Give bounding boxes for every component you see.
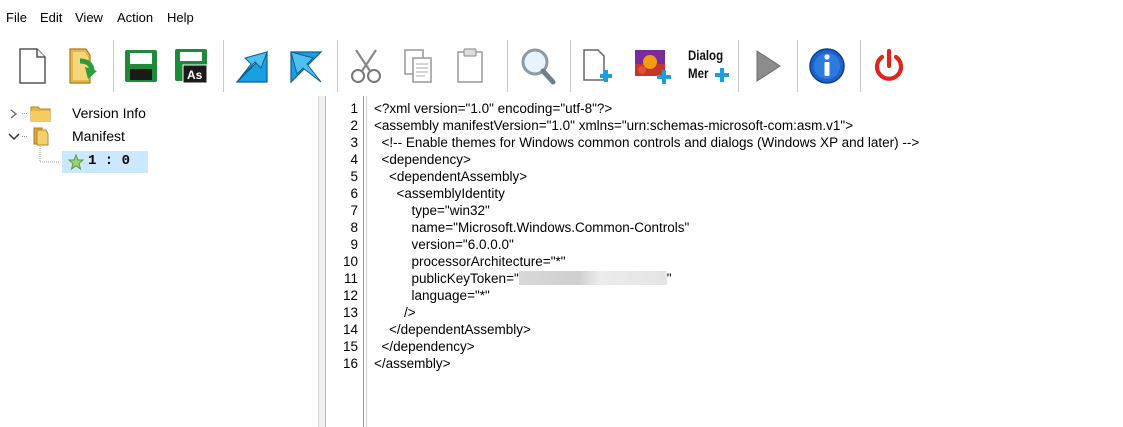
line-number: 16 xyxy=(342,356,358,371)
code-line: <assembly manifestVersion="1.0" xmlns="u… xyxy=(374,118,854,133)
tree-node-version-info[interactable]: Version Info xyxy=(72,104,146,122)
menu-edit[interactable]: Edit xyxy=(40,10,62,26)
add-image-button[interactable] xyxy=(628,38,678,94)
code-line: name="Microsoft.Windows.Common-Controls" xyxy=(374,220,690,235)
merge-label: Mer xyxy=(688,65,709,81)
exit-button[interactable] xyxy=(866,38,912,94)
code-line: publicKeyToken=" " xyxy=(374,270,672,287)
code-line: version="6.0.0.0" xyxy=(374,237,514,252)
open-button[interactable] xyxy=(60,38,106,94)
dialog-merge-icon: Dialog Mer xyxy=(684,45,730,87)
code-line: <assemblyIdentity xyxy=(374,186,505,201)
new-document-icon xyxy=(19,48,46,84)
menu-file[interactable]: File xyxy=(6,10,27,26)
scissors-icon xyxy=(351,49,381,83)
line-number: 3 xyxy=(350,135,358,150)
add-image-icon xyxy=(635,50,671,84)
star-icon xyxy=(68,154,84,170)
code-text: " xyxy=(666,271,672,286)
code-line: /> xyxy=(374,305,416,320)
line-number: 8 xyxy=(350,220,358,235)
chevron-right-icon[interactable] xyxy=(9,108,19,120)
code-line: </dependency> xyxy=(374,339,475,354)
line-number: 7 xyxy=(350,203,358,218)
line-number: 6 xyxy=(350,186,358,201)
line-number: 9 xyxy=(350,237,358,252)
tree-node-1-0-label: 1 : 0 xyxy=(88,153,131,169)
chevron-down-icon[interactable] xyxy=(8,132,20,142)
code-text: publicKeyToken=" xyxy=(374,271,519,286)
line-number: 4 xyxy=(350,152,358,167)
line-number: 10 xyxy=(342,254,358,269)
code-line: </assembly> xyxy=(374,356,451,371)
line-number: 2 xyxy=(350,118,358,133)
save-as-button[interactable]: As xyxy=(168,38,216,94)
open-folder-icon xyxy=(69,48,97,84)
save-as-label: As xyxy=(187,68,203,82)
code-line: processorArchitecture="*" xyxy=(374,254,566,269)
line-number: 11 xyxy=(343,271,358,286)
line-number: 5 xyxy=(350,169,358,184)
menu-help[interactable]: Help xyxy=(167,10,194,26)
about-button[interactable] xyxy=(802,38,852,94)
export-icon xyxy=(290,51,323,84)
line-number: 12 xyxy=(342,288,358,303)
code-line: </dependentAssembly> xyxy=(374,322,531,337)
save-as-icon: As xyxy=(175,49,208,84)
panel-splitter[interactable] xyxy=(318,96,326,427)
toolbar: As Dialog Mer xyxy=(0,32,1123,96)
code-line: <dependentAssembly> xyxy=(374,169,528,184)
import-icon xyxy=(235,50,268,83)
line-number-gutter: 1 2 3 4 5 6 7 8 9 10 11 12 13 14 15 16 xyxy=(326,96,361,427)
find-button[interactable] xyxy=(514,38,562,94)
plus-icon xyxy=(715,68,729,82)
redacted-token xyxy=(518,271,667,285)
code-editor[interactable]: 1 2 3 4 5 6 7 8 9 10 11 12 13 14 15 16 <… xyxy=(326,96,1123,427)
open-folder-icon xyxy=(33,127,49,146)
play-icon xyxy=(756,50,781,82)
add-resource-button[interactable] xyxy=(576,38,622,94)
menu-bar: File Edit View Action Help xyxy=(0,0,1123,32)
cut-button[interactable] xyxy=(344,38,390,94)
line-number: 14 xyxy=(342,322,358,337)
line-number: 1 xyxy=(350,101,358,116)
info-icon xyxy=(809,48,845,84)
copy-button[interactable] xyxy=(396,38,440,94)
new-file-button[interactable] xyxy=(10,38,54,94)
paste-button[interactable] xyxy=(448,38,492,94)
code-line: <?xml version="1.0" encoding="utf-8"?> xyxy=(374,101,613,116)
menu-action[interactable]: Action xyxy=(117,10,153,26)
dialog-merge-button[interactable]: Dialog Mer xyxy=(682,38,732,94)
tree-node-1-0[interactable]: 1 : 0 xyxy=(62,151,148,173)
code-line: <!-- Enable themes for Windows common co… xyxy=(374,135,920,150)
save-icon xyxy=(125,50,157,82)
code-line: type="win32" xyxy=(374,203,490,218)
power-icon xyxy=(874,48,904,81)
tree-node-manifest[interactable]: Manifest xyxy=(72,127,125,145)
code-line: language="*" xyxy=(374,288,490,303)
menu-view[interactable]: View xyxy=(75,10,103,26)
copy-icon xyxy=(404,49,432,83)
import-button[interactable] xyxy=(228,38,276,94)
code-line: <dependency> xyxy=(374,152,471,167)
dialog-label: Dialog xyxy=(688,47,724,63)
run-script-button[interactable] xyxy=(744,38,790,94)
add-resource-icon xyxy=(583,49,612,82)
line-number: 15 xyxy=(342,339,358,354)
line-number: 13 xyxy=(342,305,358,320)
resource-tree: Version Info Manifest 1 : 0 xyxy=(0,96,318,427)
magnifier-icon xyxy=(521,48,556,85)
paste-icon xyxy=(457,48,483,83)
export-button[interactable] xyxy=(282,38,330,94)
save-button[interactable] xyxy=(118,38,164,94)
folder-icon xyxy=(30,106,51,122)
